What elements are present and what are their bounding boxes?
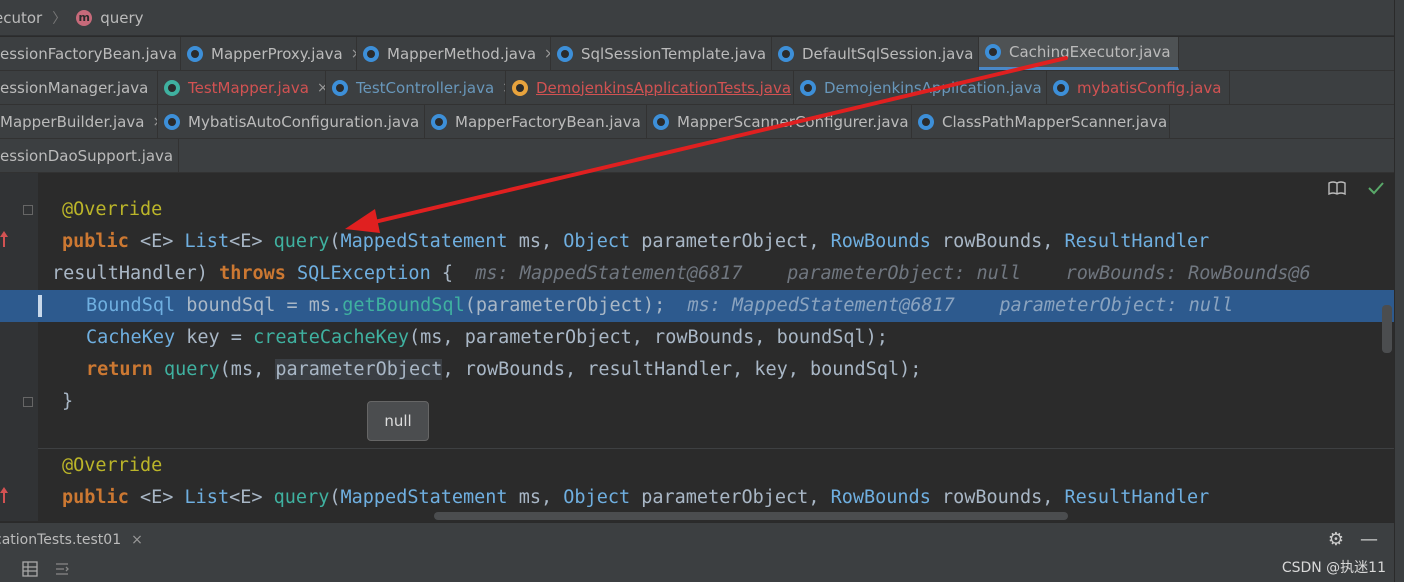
tab-sqlsessionfactorybean[interactable]: essionFactoryBean.java× (0, 37, 181, 70)
tab-mapperscannerconfigurer[interactable]: MapperScannerConfigurer.java× (647, 105, 912, 138)
layout-icon[interactable] (54, 561, 70, 577)
close-icon[interactable]: × (317, 80, 325, 96)
tab-sqlsessiondaosupport[interactable]: essionDaoSupport.java× (0, 139, 179, 172)
debug-toolbar (0, 556, 1394, 582)
hovered-variable: parameterObject (275, 359, 443, 380)
tab-row-1: essionFactoryBean.java× MapperProxy.java… (0, 37, 1394, 71)
tab-defaultsqlsession[interactable]: DefaultSqlSession.java× (772, 37, 979, 70)
code-editor[interactable]: @Override public <E> List<E> query(Mappe… (0, 173, 1394, 521)
editor-tabs: essionFactoryBean.java× MapperProxy.java… (0, 37, 1394, 173)
interface-icon (164, 79, 180, 96)
tab-row-4: essionDaoSupport.java× (0, 139, 1394, 173)
tab-mappermethod[interactable]: MapperMethod.java× (357, 37, 551, 70)
breadcrumb-class[interactable]: ecutor (0, 9, 42, 27)
close-icon[interactable]: × (131, 532, 143, 548)
class-icon (187, 45, 203, 62)
code-line: CacheKey key = createCacheKey(ms, parame… (86, 327, 888, 348)
class-icon (778, 45, 794, 62)
code-line: @Override (62, 199, 163, 220)
tab-testcontroller[interactable]: TestController.java× (326, 71, 506, 104)
tab-demojenkinsapplication[interactable]: DemojenkinsApplication.java× (794, 71, 1047, 104)
code-line: resultHandler) throws SQLException { ms:… (52, 263, 1311, 284)
close-icon[interactable]: × (1229, 80, 1230, 96)
debug-value-tooltip: null (367, 401, 429, 441)
tab-testmapper[interactable]: TestMapper.java× (158, 71, 326, 104)
code-line: @Override (62, 455, 163, 476)
tab-sqlsessionmanager[interactable]: essionManager.java× (0, 71, 158, 104)
tab-sqlsessiontemplate[interactable]: SqlSessionTemplate.java× (551, 37, 772, 70)
check-icon[interactable] (1368, 181, 1384, 195)
tab-cachingexecutor[interactable]: CachingExecutor.java× (979, 37, 1179, 70)
tab-row-2: essionManager.java× TestMapper.java× Tes… (0, 71, 1394, 105)
class-icon (363, 45, 379, 62)
method-icon: m (76, 9, 93, 26)
tab-classpathmapperscanner[interactable]: ClassPathMapperScanner.java× (912, 105, 1170, 138)
execution-point-line: BoundSql boundSql = ms.getBoundSql(param… (0, 290, 1394, 322)
gear-icon[interactable]: ⚙ (1328, 529, 1344, 550)
right-tool-strip[interactable] (1394, 0, 1404, 582)
minimize-icon[interactable]: — (1360, 529, 1378, 550)
tab-mapperbuilder[interactable]: MapperBuilder.java× (0, 105, 158, 138)
overrides-arrow-icon[interactable] (0, 487, 8, 503)
debug-panel-header: cationTests.test01 × ⚙ — (0, 522, 1394, 556)
class-icon (800, 79, 816, 96)
book-icon[interactable] (1328, 181, 1346, 195)
code-line: public <E> List<E> query(MappedStatement… (62, 487, 1210, 508)
watermark: CSDN @执迷11 (1281, 560, 1386, 576)
tab-row-3: MapperBuilder.java× MybatisAutoConfigura… (0, 105, 1394, 139)
vertical-scrollbar[interactable] (1382, 305, 1392, 353)
code-area[interactable]: @Override public <E> List<E> query(Mappe… (0, 173, 1394, 521)
tab-mybatisconfig[interactable]: mybatisConfig.java× (1047, 71, 1230, 104)
method-separator (38, 448, 1394, 449)
panel-tools: ⚙ — (1328, 529, 1378, 550)
breadcrumb-method[interactable]: query (100, 9, 143, 27)
execution-point-marker (38, 295, 42, 317)
breadcrumb-separator-icon: 〉 (52, 10, 67, 27)
code-line: return query(ms, parameterObject, rowBou… (86, 359, 922, 380)
class-icon (1053, 79, 1069, 96)
code-line: } (62, 391, 74, 412)
fold-icon[interactable] (23, 397, 33, 407)
tab-mapperproxy[interactable]: MapperProxy.java× (181, 37, 357, 70)
inline-debug-hint: ms: MappedStatement@6817 parameterObject… (452, 263, 1311, 284)
tab-mybatisautoconfiguration[interactable]: MybatisAutoConfiguration.java× (158, 105, 425, 138)
horizontal-scrollbar[interactable] (434, 512, 1068, 520)
class-icon (164, 113, 180, 130)
inline-debug-hint: ms: MappedStatement@6817 parameterObject… (665, 295, 1234, 316)
editor-inspection-tools (1328, 181, 1384, 195)
class-icon (431, 113, 447, 130)
table-icon[interactable] (22, 561, 38, 577)
close-icon[interactable]: × (544, 46, 550, 62)
overrides-arrow-icon[interactable] (0, 231, 8, 247)
class-icon (332, 79, 348, 96)
breadcrumb: ecutor 〉 m query (0, 0, 1394, 36)
class-icon (557, 45, 573, 62)
code-line: public <E> List<E> query(MappedStatement… (62, 231, 1210, 252)
class-icon (985, 44, 1001, 60)
tab-run-configuration[interactable]: cationTests.test01 × (0, 532, 143, 548)
fold-icon[interactable] (23, 205, 33, 215)
tab-demojenkinsapplicationtests[interactable]: DemojenkinsApplicationTests.java× (506, 71, 794, 104)
test-class-icon (512, 79, 528, 96)
class-icon (653, 113, 669, 130)
class-icon (918, 113, 934, 130)
tab-mapperfactorybean[interactable]: MapperFactoryBean.java× (425, 105, 647, 138)
